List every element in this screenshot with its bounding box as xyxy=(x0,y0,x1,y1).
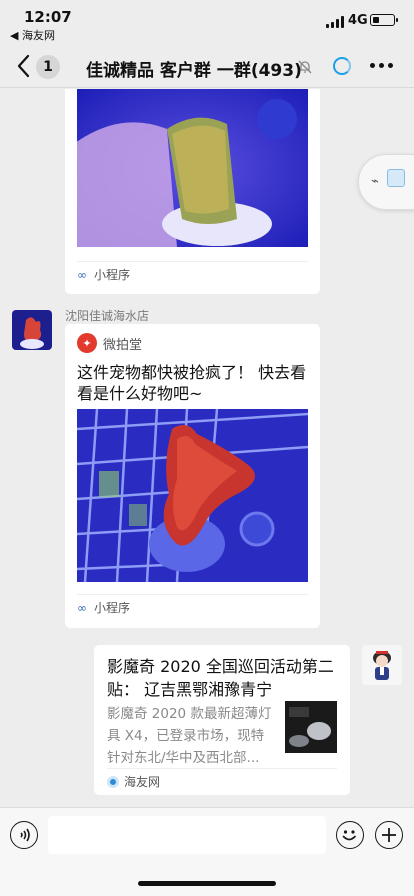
mini-program-brand: ✦ 微拍堂 xyxy=(77,333,142,353)
article-description: 影魔奇 2020 款最新超薄灯具 X4，已登录市场，现特针对东北/华中及西北部.… xyxy=(107,706,272,766)
mini-program-card[interactable]: ∞ 小程序 xyxy=(65,89,320,294)
mini-program-footer: ∞ 小程序 xyxy=(77,594,308,620)
back-to-app-link[interactable]: ◀ 海友网 xyxy=(10,27,55,43)
chevron-left-icon[interactable] xyxy=(14,52,36,80)
unread-badge[interactable]: 1 xyxy=(36,55,60,79)
message-text: 这件宠物都快被抢疯了！ 快去看看是什么好物吧~ xyxy=(77,363,307,403)
floating-article-tab[interactable]: ⌁ xyxy=(358,154,414,210)
page-title: 佳诚精品 客户群 一群(493) xyxy=(86,61,302,81)
message-list[interactable]: ∞ 小程序 ⌁ 沈阳佳诚海水店 ✦ 微拍堂 这件宠物都快被抢疯了！ 快去看看是什… xyxy=(0,89,414,807)
coral-photo xyxy=(77,89,308,247)
signal-icon xyxy=(326,16,344,28)
attachment-icon: ⌁ xyxy=(371,174,379,189)
mini-program-label: 小程序 xyxy=(94,268,131,282)
message-input[interactable] xyxy=(48,816,326,854)
avatar[interactable] xyxy=(12,310,52,350)
loading-circle-icon[interactable] xyxy=(333,57,351,75)
more-dots-icon[interactable] xyxy=(370,63,393,68)
network-type: 4G xyxy=(348,13,368,28)
plus-icon[interactable] xyxy=(375,821,403,849)
mini-program-label: 小程序 xyxy=(94,601,131,615)
sender-name: 沈阳佳诚海水店 xyxy=(65,309,150,323)
link-icon: ∞ xyxy=(77,267,87,282)
chat-header: 1 佳诚精品 客户群 一群(493) xyxy=(0,44,414,88)
mini-program-card[interactable]: ✦ 微拍堂 这件宠物都快被抢疯了！ 快去看看是什么好物吧~ ∞ 小程序 xyxy=(65,324,320,628)
input-bar xyxy=(0,807,414,896)
status-bar: 12:07 ◀ 海友网 4G xyxy=(0,0,414,44)
source-logo-icon xyxy=(107,775,119,788)
brand-name: 微拍堂 xyxy=(103,337,143,353)
article-card[interactable]: 影魔奇 2020 全国巡回活动第二贴： 辽吉黑鄂湘豫青宁 影魔奇 2020 款最… xyxy=(94,645,350,795)
self-avatar[interactable] xyxy=(362,645,402,685)
source-name: 海友网 xyxy=(124,775,161,789)
mute-bell-icon xyxy=(298,60,312,74)
battery-icon xyxy=(370,14,398,26)
home-indicator[interactable] xyxy=(138,881,276,886)
mini-program-footer: ∞ 小程序 xyxy=(77,261,308,287)
article-title: 影魔奇 2020 全国巡回活动第二贴： 辽吉黑鄂湘豫青宁 xyxy=(107,657,334,699)
article-thumbnail xyxy=(285,701,337,753)
article-source: 海友网 xyxy=(107,768,337,794)
coral-photo xyxy=(77,409,308,582)
emoji-icon[interactable] xyxy=(336,821,364,849)
brand-logo-icon: ✦ xyxy=(77,333,97,353)
link-icon: ∞ xyxy=(77,600,87,615)
voice-icon[interactable] xyxy=(10,821,38,849)
status-time: 12:07 xyxy=(24,8,72,26)
app-logo-icon xyxy=(387,169,405,187)
